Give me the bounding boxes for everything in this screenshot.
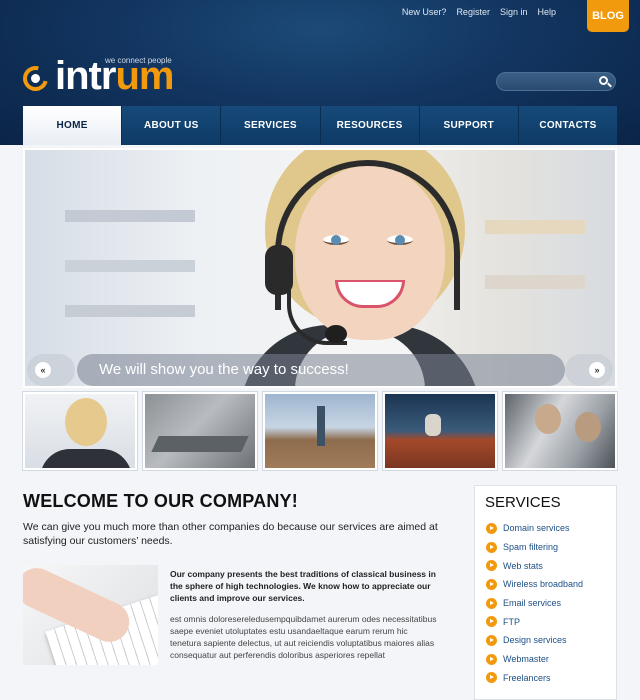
- thumbnail-operator[interactable]: [23, 392, 137, 470]
- service-label: Spam filtering: [503, 542, 559, 553]
- services-panel: SERVICES Domain services Spam filtering …: [474, 485, 617, 700]
- thumbnail-success[interactable]: [263, 392, 377, 470]
- chevron-left-icon: «: [35, 362, 51, 378]
- register-link[interactable]: Register: [456, 7, 490, 17]
- service-label: FTP: [503, 616, 520, 627]
- slider-thumbnails: [23, 392, 617, 470]
- nav-home[interactable]: HOME: [23, 106, 122, 145]
- service-label: Web stats: [503, 560, 543, 571]
- sign-in-link[interactable]: Sign in: [500, 7, 528, 17]
- logo[interactable]: intrum we connect people: [18, 55, 193, 97]
- service-item[interactable]: Web stats: [486, 556, 583, 575]
- search-box: [496, 72, 616, 92]
- microphone-icon: [325, 325, 347, 343]
- keyboard-image: [23, 565, 158, 665]
- arrow-bullet-icon: [486, 616, 497, 628]
- service-label: Email services: [503, 598, 562, 609]
- welcome-text: We can give you much more than other com…: [23, 521, 438, 547]
- blog-button[interactable]: BLOG: [587, 0, 629, 32]
- arrow-bullet-icon: [486, 672, 497, 684]
- services-title: SERVICES: [485, 494, 561, 511]
- services-list: Domain services Spam filtering Web stats…: [486, 519, 583, 687]
- top-links: New User? Register Sign in Help: [402, 7, 556, 17]
- welcome-title: WELCOME TO OUR COMPANY!: [23, 491, 298, 511]
- service-item[interactable]: FTP: [486, 612, 583, 631]
- arrow-bullet-icon: [486, 560, 497, 572]
- slider-caption-bar: We will show you the way to success!: [77, 354, 565, 386]
- new-user-link[interactable]: New User?: [402, 7, 447, 17]
- service-item[interactable]: Wireless broadband: [486, 575, 583, 594]
- arrow-bullet-icon: [486, 522, 497, 534]
- logo-ring-icon: [18, 61, 53, 96]
- arrow-bullet-icon: [486, 653, 497, 665]
- nav-support[interactable]: SUPPORT: [418, 106, 518, 145]
- service-item[interactable]: Email services: [486, 594, 583, 613]
- service-label: Domain services: [503, 523, 570, 534]
- service-label: Wireless broadband: [503, 579, 584, 590]
- slider-caption: We will show you the way to success!: [99, 361, 349, 378]
- help-link[interactable]: Help: [537, 7, 556, 17]
- search-input[interactable]: [505, 74, 601, 92]
- service-item[interactable]: Design services: [486, 631, 583, 650]
- company-intro-text: est omnis doloresereledusempquibdamet au…: [170, 614, 437, 660]
- service-item[interactable]: Spam filtering: [486, 538, 583, 557]
- chevron-right-icon: »: [589, 362, 605, 378]
- service-item[interactable]: Domain services: [486, 519, 583, 538]
- service-item[interactable]: Freelancers: [486, 669, 583, 688]
- arrow-bullet-icon: [486, 597, 497, 609]
- thumbnail-team[interactable]: [503, 392, 617, 470]
- service-label: Design services: [503, 635, 567, 646]
- nav-contacts[interactable]: CONTACTS: [517, 106, 617, 145]
- main-nav: HOME ABOUT US SERVICES RESOURCES SUPPORT…: [23, 106, 617, 145]
- site-header: New User? Register Sign in Help BLOG int…: [0, 0, 640, 145]
- nav-resources[interactable]: RESOURCES: [319, 106, 419, 145]
- nav-services[interactable]: SERVICES: [220, 106, 319, 145]
- nav-about-us[interactable]: ABOUT US: [121, 106, 220, 145]
- company-intro-bold: Our company presents the best traditions…: [170, 569, 436, 603]
- arrow-bullet-icon: [486, 578, 497, 590]
- slider-next-button[interactable]: »: [565, 354, 613, 386]
- service-label: Freelancers: [503, 672, 551, 683]
- slider-prev-button[interactable]: «: [27, 354, 75, 386]
- headset-earpiece: [265, 245, 293, 295]
- hero-slider: « We will show you the way to success! »: [23, 148, 617, 388]
- search-icon[interactable]: [599, 76, 608, 85]
- arrow-bullet-icon: [486, 541, 497, 553]
- arrow-bullet-icon: [486, 634, 497, 646]
- tagline: we connect people: [105, 56, 172, 65]
- thumbnail-rock[interactable]: [383, 392, 497, 470]
- service-label: Webmaster: [503, 654, 549, 665]
- service-item[interactable]: Webmaster: [486, 650, 583, 669]
- thumbnail-laptop[interactable]: [143, 392, 257, 470]
